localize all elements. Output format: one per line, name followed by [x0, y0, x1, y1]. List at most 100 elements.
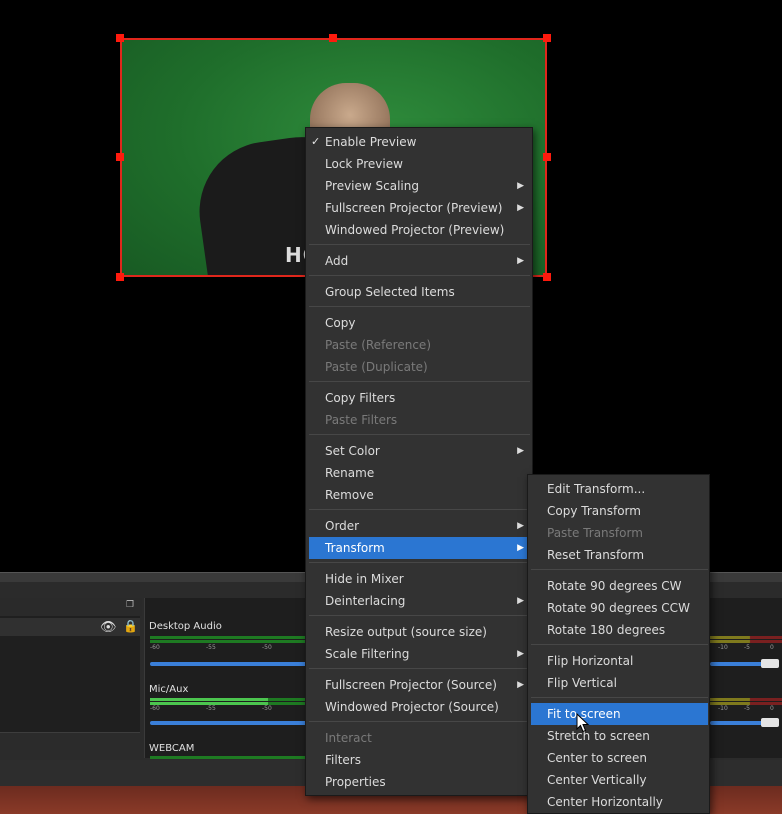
- menu-separator: [309, 668, 530, 669]
- menu-item-preview-scaling[interactable]: Preview Scaling ▶: [309, 175, 530, 197]
- mouse-cursor-icon: [576, 713, 590, 733]
- volume-slider[interactable]: [150, 721, 310, 725]
- lock-icon[interactable]: 🔒: [123, 619, 138, 633]
- resize-handle-top-right[interactable]: [543, 34, 551, 42]
- menu-item-add[interactable]: Add ▶: [309, 250, 530, 272]
- menu-item-center-to-screen[interactable]: Center to screen: [531, 747, 708, 769]
- source-list-item[interactable]: [0, 618, 140, 636]
- menu-item-group-selected-items[interactable]: Group Selected Items: [309, 281, 530, 303]
- meter-scale: -10 -5 0: [718, 644, 774, 651]
- resize-handle-right[interactable]: [543, 153, 551, 161]
- dock-float-icon[interactable]: ❐: [126, 600, 134, 610]
- menu-item-center-vertically[interactable]: Center Vertically: [531, 769, 708, 791]
- volume-slider[interactable]: [150, 662, 310, 666]
- menu-item-label: Paste Transform: [547, 526, 643, 540]
- menu-item-label: Paste Filters: [325, 413, 398, 427]
- menu-item-stretch-to-screen[interactable]: Stretch to screen: [531, 725, 708, 747]
- resize-handle-top-left[interactable]: [116, 34, 124, 42]
- menu-item-label: Remove: [325, 488, 374, 502]
- menu-item-rotate-90-ccw[interactable]: Rotate 90 degrees CCW: [531, 597, 708, 619]
- menu-item-scale-filtering[interactable]: Scale Filtering ▶: [309, 643, 530, 665]
- menu-item-rotate-180[interactable]: Rotate 180 degrees: [531, 619, 708, 641]
- audio-meter: [710, 698, 782, 701]
- menu-item-label: Center to screen: [547, 751, 647, 765]
- menu-separator: [309, 306, 530, 307]
- menu-item-filters[interactable]: Filters: [309, 749, 530, 771]
- menu-item-rename[interactable]: Rename: [309, 462, 530, 484]
- menu-item-copy[interactable]: Copy: [309, 312, 530, 334]
- menu-separator: [309, 434, 530, 435]
- audio-meter: [150, 636, 310, 639]
- eye-icon[interactable]: 👁: [100, 620, 117, 635]
- menu-item-flip-vertical[interactable]: Flip Vertical: [531, 672, 708, 694]
- menu-item-hide-in-mixer[interactable]: Hide in Mixer: [309, 568, 530, 590]
- menu-item-label: Windowed Projector (Source): [325, 700, 499, 714]
- sources-toolbar: [0, 732, 140, 758]
- menu-item-label: Windowed Projector (Preview): [325, 223, 505, 237]
- volume-slider-handle[interactable]: [761, 718, 779, 727]
- resize-handle-left[interactable]: [116, 153, 124, 161]
- menu-item-rotate-90-cw[interactable]: Rotate 90 degrees CW: [531, 575, 708, 597]
- menu-separator: [309, 615, 530, 616]
- menu-item-reset-transform[interactable]: Reset Transform: [531, 544, 708, 566]
- menu-item-label: Copy Filters: [325, 391, 396, 405]
- menu-item-label: Add: [325, 254, 349, 268]
- chevron-right-icon: ▶: [517, 680, 524, 690]
- resize-handle-top[interactable]: [329, 34, 337, 42]
- menu-item-order[interactable]: Order ▶: [309, 515, 530, 537]
- menu-item-label: Paste (Duplicate): [325, 360, 428, 374]
- menu-item-label: Center Horizontally: [547, 795, 663, 809]
- menu-item-fullscreen-projector-source[interactable]: Fullscreen Projector (Source) ▶: [309, 674, 530, 696]
- menu-item-label: Center Vertically: [547, 773, 647, 787]
- menu-item-lock-preview[interactable]: Lock Preview: [309, 153, 530, 175]
- menu-item-enable-preview[interactable]: ✓ Enable Preview: [309, 131, 530, 153]
- menu-item-fullscreen-projector-preview[interactable]: Fullscreen Projector (Preview) ▶: [309, 197, 530, 219]
- menu-item-label: Set Color: [325, 444, 380, 458]
- menu-item-fit-to-screen[interactable]: Fit to screen: [531, 703, 708, 725]
- resize-handle-bottom-right[interactable]: [543, 273, 551, 281]
- audio-meter: [710, 636, 782, 639]
- volume-slider-handle[interactable]: [761, 659, 779, 668]
- menu-item-label: Deinterlacing: [325, 594, 406, 608]
- menu-item-windowed-projector-source[interactable]: Windowed Projector (Source): [309, 696, 530, 718]
- menu-separator: [309, 381, 530, 382]
- menu-item-label: Preview Scaling: [325, 179, 419, 193]
- menu-item-label: Paste (Reference): [325, 338, 431, 352]
- check-icon: ✓: [311, 135, 321, 148]
- menu-item-paste-transform: Paste Transform: [531, 522, 708, 544]
- menu-item-center-horizontally[interactable]: Center Horizontally: [531, 791, 708, 813]
- menu-item-transform[interactable]: Transform ▶: [309, 537, 530, 559]
- menu-item-deinterlacing[interactable]: Deinterlacing ▶: [309, 590, 530, 612]
- menu-item-label: Copy Transform: [547, 504, 641, 518]
- chevron-right-icon: ▶: [517, 446, 524, 456]
- volume-slider[interactable]: [710, 662, 768, 666]
- menu-item-label: Lock Preview: [325, 157, 403, 171]
- menu-item-properties[interactable]: Properties: [309, 771, 530, 793]
- volume-slider[interactable]: [710, 721, 768, 725]
- menu-item-remove[interactable]: Remove: [309, 484, 530, 506]
- menu-item-label: Fullscreen Projector (Source): [325, 678, 497, 692]
- menu-item-set-color[interactable]: Set Color ▶: [309, 440, 530, 462]
- audio-meter: [268, 698, 310, 701]
- menu-item-label: Flip Vertical: [547, 676, 617, 690]
- menu-separator: [309, 509, 530, 510]
- menu-item-label: Fullscreen Projector (Preview): [325, 201, 503, 215]
- sources-panel-header: [0, 598, 142, 616]
- menu-separator: [531, 644, 708, 645]
- menu-item-copy-transform[interactable]: Copy Transform: [531, 500, 708, 522]
- menu-item-resize-output[interactable]: Resize output (source size): [309, 621, 530, 643]
- menu-item-copy-filters[interactable]: Copy Filters: [309, 387, 530, 409]
- menu-separator: [531, 697, 708, 698]
- mixer-channel-label: Desktop Audio: [149, 621, 222, 632]
- chevron-right-icon: ▶: [517, 203, 524, 213]
- menu-item-label: Transform: [325, 541, 385, 555]
- resize-handle-bottom-left[interactable]: [116, 273, 124, 281]
- menu-item-flip-horizontal[interactable]: Flip Horizontal: [531, 650, 708, 672]
- context-menu: ✓ Enable Preview Lock Preview Preview Sca…: [305, 127, 533, 796]
- menu-item-edit-transform[interactable]: Edit Transform...: [531, 478, 708, 500]
- menu-item-label: Rename: [325, 466, 375, 480]
- chevron-right-icon: ▶: [517, 181, 524, 191]
- meter-scale: -60 -55 -50: [150, 644, 272, 651]
- menu-item-windowed-projector-preview[interactable]: Windowed Projector (Preview): [309, 219, 530, 241]
- menu-item-label: Reset Transform: [547, 548, 645, 562]
